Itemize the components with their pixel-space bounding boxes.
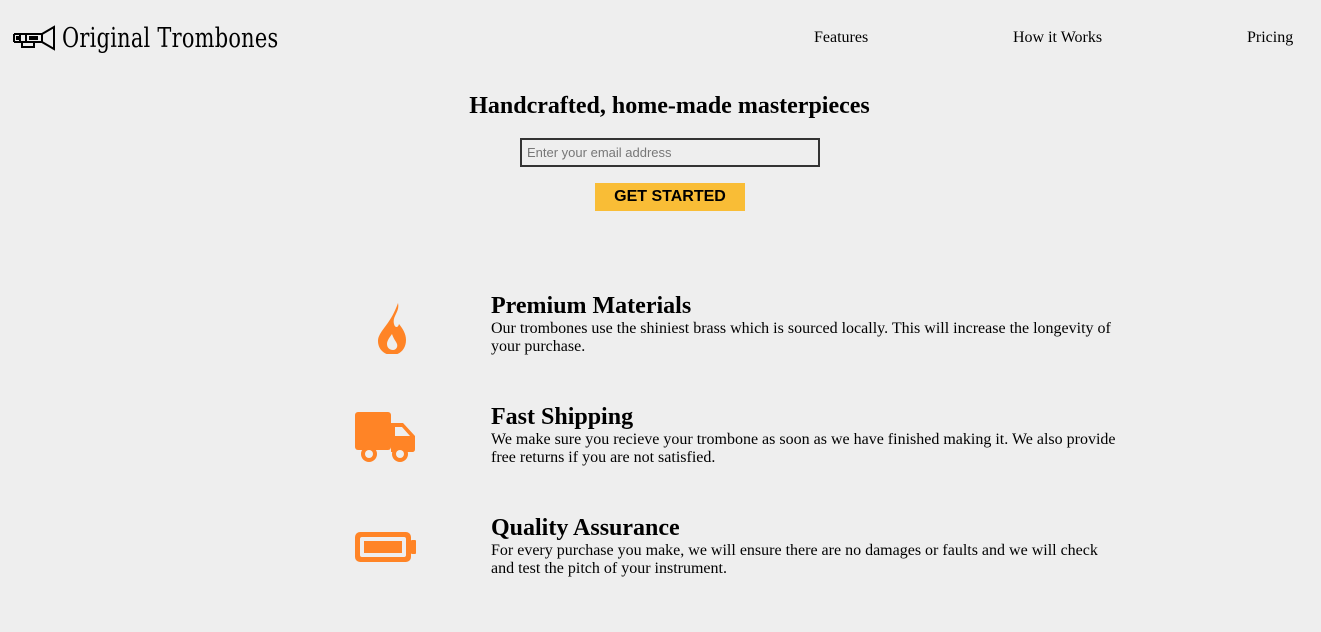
feature-fast-shipping: Fast Shipping We make sure you recieve y… xyxy=(340,403,1120,493)
feature-description: We make sure you recieve your trombone a… xyxy=(491,431,1116,466)
brand-logo[interactable]: Original Trombones xyxy=(12,20,314,56)
nav-link-pricing[interactable]: Pricing xyxy=(1247,29,1293,47)
get-started-button[interactable]: GET STARTED xyxy=(595,183,745,211)
email-input[interactable] xyxy=(520,138,820,167)
feature-description: Our trombones use the shiniest brass whi… xyxy=(491,320,1111,355)
site-header: Original Trombones Features How it Works… xyxy=(0,0,1321,78)
feature-title: Premium Materials xyxy=(491,293,692,319)
brand-name: Original Trombones xyxy=(62,22,279,54)
trombone-icon xyxy=(13,25,55,51)
feature-quality-assurance: Quality Assurance For every purchase you… xyxy=(340,514,1120,604)
nav-link-features[interactable]: Features xyxy=(814,29,868,47)
hero-title: Handcrafted, home-made masterpieces xyxy=(469,93,870,119)
feature-title: Quality Assurance xyxy=(491,515,680,541)
feature-premium-materials: Premium Materials Our trombones use the … xyxy=(340,292,1120,382)
battery-full-icon xyxy=(355,532,416,562)
fire-icon xyxy=(378,303,406,354)
truck-icon xyxy=(355,412,415,462)
nav-link-how-it-works[interactable]: How it Works xyxy=(1013,29,1102,47)
feature-description: For every purchase you make, we will ens… xyxy=(491,542,1098,577)
feature-title: Fast Shipping xyxy=(491,404,634,430)
